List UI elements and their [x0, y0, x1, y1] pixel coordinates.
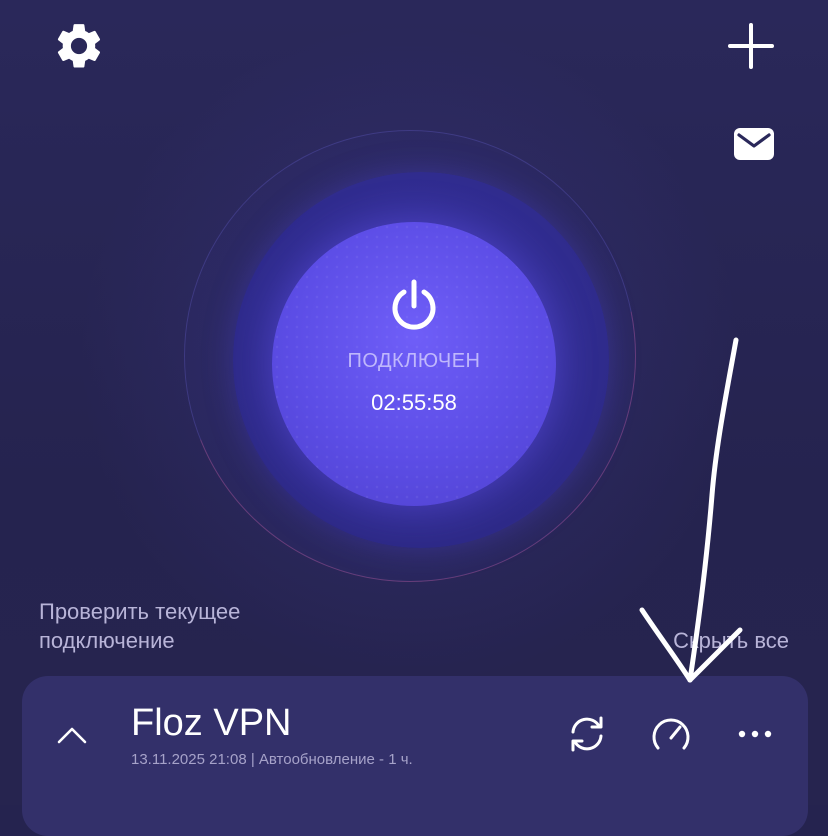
- profile-name: Floz VPN: [131, 702, 292, 744]
- refresh-icon: [571, 716, 603, 752]
- chevron-up-icon: [57, 727, 87, 744]
- envelope-icon: [734, 128, 774, 160]
- more-dots-icon: [738, 730, 772, 738]
- speed-test-button[interactable]: [647, 710, 695, 758]
- check-connection-link[interactable]: Проверить текущее подключение: [39, 597, 339, 655]
- plus-icon: [728, 23, 774, 69]
- profile-update-info: 13.11.2025 21:08 | Автообновление - 1 ч.: [131, 751, 413, 768]
- add-button[interactable]: [720, 15, 782, 77]
- collapse-button[interactable]: [50, 715, 94, 755]
- hide-all-link[interactable]: Скрыть все: [673, 628, 789, 654]
- speedometer-icon: [652, 718, 690, 750]
- gear-icon: [57, 24, 101, 68]
- more-options-button[interactable]: [731, 710, 779, 758]
- refresh-button[interactable]: [563, 710, 611, 758]
- connect-toggle-button[interactable]: ПОДКЛЮЧЕН 02:55:58: [272, 222, 556, 506]
- connection-status: ПОДКЛЮЧЕН: [347, 350, 481, 372]
- power-icon: [392, 279, 436, 330]
- connection-timer: 02:55:58: [371, 390, 457, 415]
- settings-button[interactable]: [48, 15, 110, 77]
- messages-button[interactable]: [722, 115, 786, 173]
